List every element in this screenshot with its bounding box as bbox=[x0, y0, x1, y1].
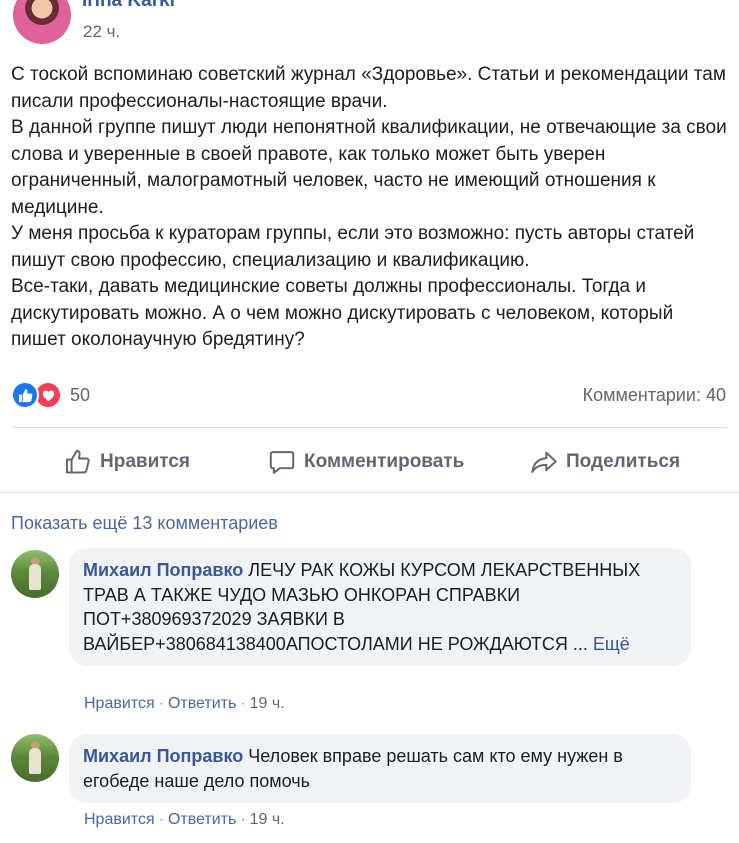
post-paragraph: Все-таки, давать медицинские советы долж… bbox=[11, 276, 674, 350]
post-body: С тоской вспоминаю советский журнал «Здо… bbox=[11, 62, 727, 354]
comment-button[interactable]: Комментировать bbox=[268, 440, 464, 484]
reactions-count: 50 bbox=[70, 385, 91, 405]
comment-bubble: Михаил Поправко Человек вправе решать са… bbox=[69, 734, 691, 803]
share-button-label: Поделиться bbox=[566, 451, 681, 472]
post-paragraph: У меня просьба к кураторам группы, если … bbox=[11, 223, 695, 271]
post-timestamp[interactable]: 22 ч. bbox=[83, 22, 120, 42]
comment-like-link[interactable]: Нравится bbox=[84, 695, 155, 712]
like-icon bbox=[11, 381, 39, 409]
separator-dot: · bbox=[158, 811, 164, 828]
post-paragraph: С тоской вспоминаю советский журнал «Здо… bbox=[11, 64, 726, 112]
see-more-link[interactable]: Ещё bbox=[593, 634, 630, 654]
comment-meta: Нравится · Ответить · 19 ч. bbox=[84, 695, 285, 713]
comment-author[interactable]: Михаил Поправко bbox=[83, 560, 243, 580]
comment-author[interactable]: Михаил Поправко bbox=[83, 746, 243, 766]
commenter-avatar[interactable] bbox=[11, 734, 59, 782]
commenter-avatar[interactable] bbox=[11, 550, 59, 598]
separator-dot: · bbox=[240, 811, 246, 828]
like-button[interactable]: Нравится bbox=[64, 440, 190, 484]
author-avatar[interactable] bbox=[13, 0, 71, 44]
comment-reply-link[interactable]: Ответить bbox=[168, 811, 236, 828]
divider bbox=[11, 427, 727, 428]
author-name[interactable]: Irina Karki bbox=[82, 0, 175, 12]
separator-dot: · bbox=[240, 695, 246, 712]
post-paragraph: В данной группе пишут люди непонятной кв… bbox=[11, 117, 727, 218]
comment-time[interactable]: 19 ч. bbox=[250, 695, 285, 712]
post-header: Irina Karki 22 ч. bbox=[0, 0, 739, 60]
separator-dot: · bbox=[158, 695, 164, 712]
share-arrow-icon bbox=[530, 448, 558, 476]
comment-meta: Нравится · Ответить · 19 ч. bbox=[84, 811, 285, 829]
like-button-label: Нравится bbox=[100, 451, 190, 472]
speech-bubble-icon bbox=[268, 448, 296, 476]
comment-time[interactable]: 19 ч. bbox=[250, 811, 285, 828]
thumbs-up-icon bbox=[64, 448, 92, 476]
comment-bubble: Михаил Поправко ЛЕЧУ РАК КОЖЫ КУРСОМ ЛЕК… bbox=[69, 548, 691, 666]
comment-like-link[interactable]: Нравится bbox=[84, 811, 155, 828]
section-divider bbox=[0, 492, 739, 493]
share-button[interactable]: Поделиться bbox=[530, 440, 680, 484]
avatar-person-body bbox=[29, 748, 41, 774]
comment-button-label: Комментировать bbox=[304, 451, 465, 472]
comment-reply-link[interactable]: Ответить bbox=[168, 695, 236, 712]
comments-count[interactable]: Комментарии: 40 bbox=[583, 385, 726, 406]
avatar-person-body bbox=[29, 564, 41, 590]
post-actions: Нравится Комментировать Поделиться bbox=[0, 440, 739, 484]
show-more-comments-link[interactable]: Показать ещё 13 комментариев bbox=[11, 513, 278, 534]
